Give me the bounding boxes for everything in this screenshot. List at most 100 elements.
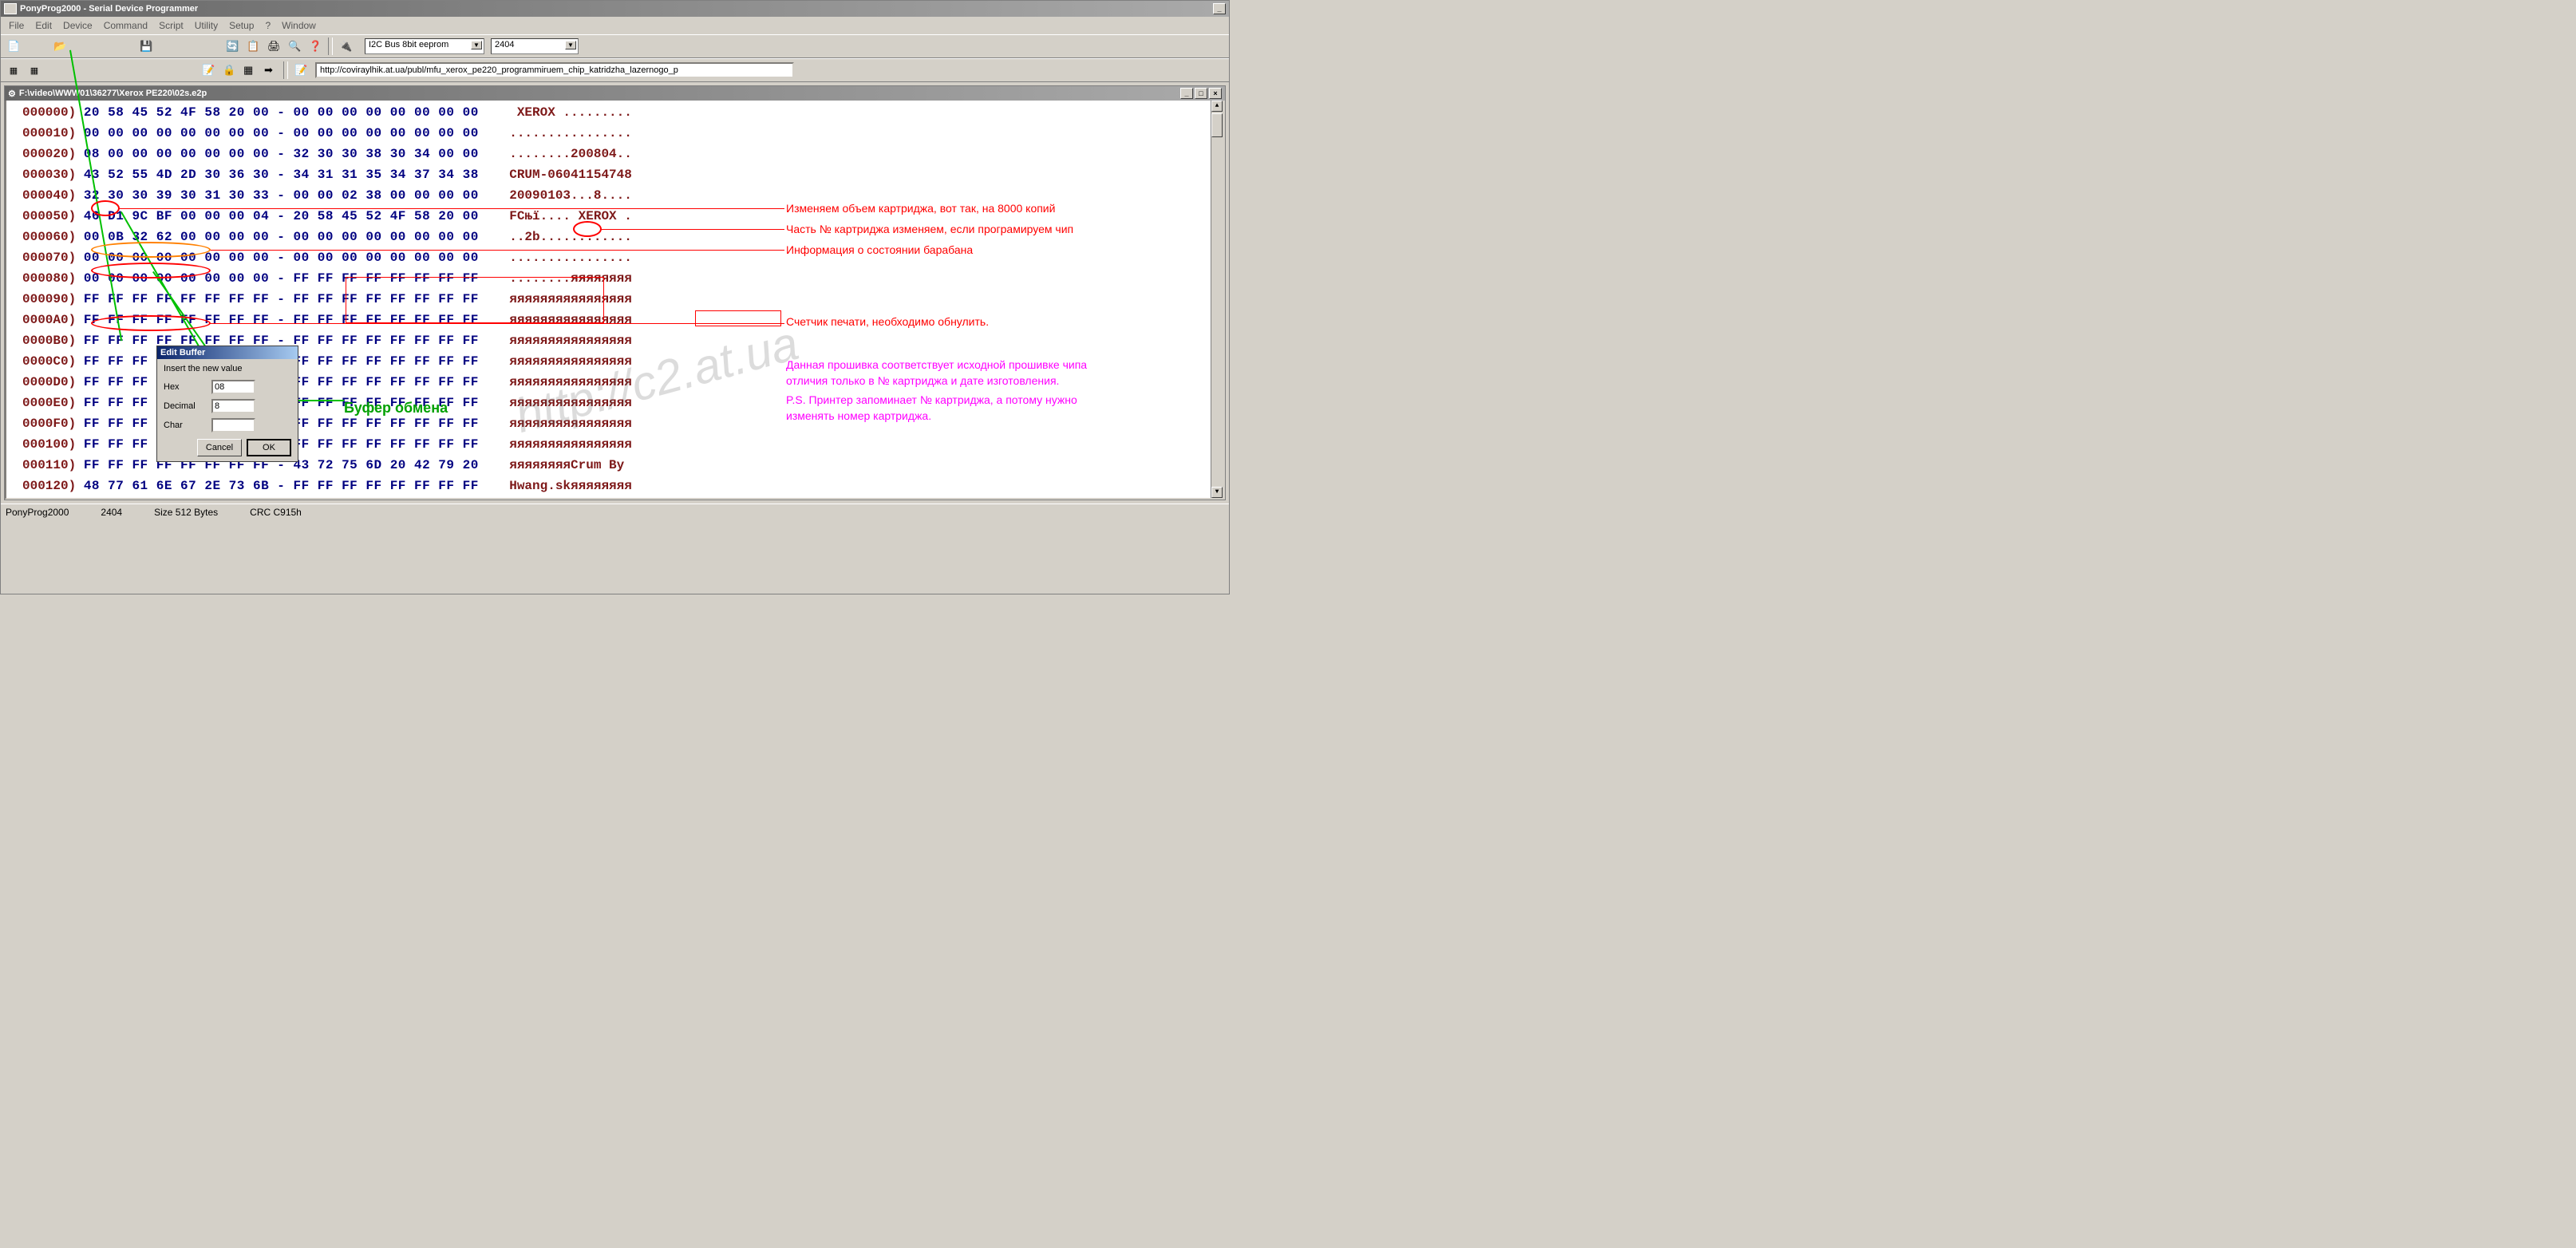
anno-text-6: отличия только в № картриджа и дате изго…: [786, 374, 1059, 387]
inner-titlebar: ⚙ F:\video\WWW01\36277\Xerox PE220\02s.e…: [5, 86, 1225, 101]
anno-circle-38: [573, 221, 602, 237]
help-icon: [309, 40, 322, 53]
inner-close-button[interactable]: ×: [1209, 88, 1222, 99]
tb2-edit-button[interactable]: [199, 61, 218, 80]
list-button[interactable]: [243, 37, 263, 56]
statusbar: PonyProg2000 2404 Size 512 Bytes CRC C91…: [1, 504, 1229, 519]
anno-circle-08: [91, 200, 120, 216]
plug-icon: [339, 40, 352, 53]
inner-minimize-button[interactable]: _: [1180, 88, 1193, 99]
menu-help[interactable]: ?: [265, 20, 271, 31]
scroll-up-arrow[interactable]: ▲: [1211, 101, 1223, 112]
anno-rect-1: [346, 277, 604, 323]
status-device: 2404: [101, 507, 122, 518]
tb2-doc-button[interactable]: [291, 61, 310, 80]
app-title: PonyProg2000 - Serial Device Programmer: [20, 4, 1213, 14]
zoom-button[interactable]: [285, 37, 304, 56]
inner-maximize-button[interactable]: □: [1195, 88, 1207, 99]
anno-circle-counter: [91, 315, 211, 331]
hex-row[interactable]: 000090) FF FF FF FF FF FF FF FF - FF FF …: [22, 289, 1207, 310]
scroll-down-arrow[interactable]: ▼: [1211, 487, 1223, 498]
dialog-title: Edit Buffer: [157, 346, 298, 359]
open-icon: [53, 40, 66, 53]
new-button[interactable]: [4, 37, 23, 56]
decimal-input[interactable]: [211, 399, 255, 413]
save-icon: [140, 40, 152, 53]
arrow-icon: [264, 64, 277, 77]
doc-icon: [294, 64, 307, 77]
vertical-scrollbar[interactable]: ▲ ▼: [1211, 101, 1223, 498]
minimize-button[interactable]: _: [1213, 3, 1226, 14]
reload-button[interactable]: [223, 37, 242, 56]
app-icon: [4, 3, 17, 14]
list-icon: [247, 40, 259, 53]
hex-row[interactable]: 000030) 43 52 55 4D 2D 30 36 30 - 34 31 …: [22, 164, 1207, 185]
open-button[interactable]: [50, 37, 69, 56]
inner-title: F:\video\WWW01\36277\Xerox PE220\02s.e2p: [19, 89, 1180, 98]
char-label: Char: [164, 421, 211, 430]
anno-line-3: [210, 250, 784, 251]
anno-text-8: изменять номер картриджа.: [786, 409, 931, 422]
menu-utility[interactable]: Utility: [195, 20, 218, 31]
lock-icon: [223, 64, 235, 77]
tb2-lock-button[interactable]: [219, 61, 239, 80]
anno-circle-fd1: [91, 263, 211, 278]
hex-input[interactable]: [211, 380, 255, 394]
status-app: PonyProg2000: [6, 507, 69, 518]
hex-row[interactable]: 000020) 08 00 00 00 00 00 00 00 - 32 30 …: [22, 144, 1207, 164]
hex-row[interactable]: 000010) 00 00 00 00 00 00 00 00 - 00 00 …: [22, 123, 1207, 144]
anno-circle-2009: [91, 242, 211, 258]
main-window: PonyProg2000 - Serial Device Programmer …: [0, 0, 1230, 594]
print-button[interactable]: [264, 37, 283, 56]
anno-line-2: [601, 229, 784, 230]
plug-button[interactable]: [336, 37, 355, 56]
anno-text-4: Счетчик печати, необходимо обнулить.: [786, 315, 989, 328]
device-dropdown[interactable]: 2404: [491, 38, 579, 54]
menu-command[interactable]: Command: [104, 20, 148, 31]
bus-dropdown[interactable]: I2C Bus 8bit eeprom: [365, 38, 484, 54]
toolbar-1: I2C Bus 8bit eeprom 2404: [1, 34, 1229, 58]
scroll-thumb[interactable]: [1211, 113, 1223, 137]
tb2-grid-button[interactable]: [240, 61, 259, 80]
reload-icon: [226, 40, 239, 53]
help-button[interactable]: [306, 37, 325, 56]
tb2-btn2[interactable]: ▦: [25, 61, 44, 80]
anno-text-2: Часть № картриджа изменяем, если програм…: [786, 223, 1073, 235]
anno-line-4: [210, 323, 784, 324]
anno-text-5: Данная прошивка соответствует исходной п…: [786, 358, 1087, 371]
edit-buffer-dialog: Edit Buffer Insert the new value Hex Dec…: [156, 346, 298, 462]
menu-device[interactable]: Device: [63, 20, 93, 31]
anno-text-1: Изменяем объем картриджа, вот так, на 80…: [786, 202, 1055, 215]
hex-row[interactable]: 000120) 48 77 61 6E 67 2E 73 6B - FF FF …: [22, 476, 1207, 496]
menu-edit[interactable]: Edit: [35, 20, 52, 31]
app-titlebar: PonyProg2000 - Serial Device Programmer …: [1, 1, 1229, 17]
new-icon: [7, 40, 20, 53]
tb2-btn1[interactable]: ▦: [4, 61, 23, 80]
anno-text-7: P.S. Принтер запоминает № картриджа, а п…: [786, 393, 1077, 406]
print-icon: [267, 40, 280, 53]
edit-icon: [202, 64, 215, 77]
decimal-label: Decimal: [164, 401, 211, 411]
hex-row[interactable]: 000000) 20 58 45 52 4F 58 20 00 - 00 00 …: [22, 102, 1207, 123]
tb2-go-button[interactable]: [261, 61, 280, 80]
ok-button[interactable]: OK: [247, 439, 291, 456]
menubar: File Edit Device Command Script Utility …: [1, 17, 1229, 34]
anno-text-3: Информация о состоянии барабана: [786, 243, 973, 256]
save-button[interactable]: [136, 37, 156, 56]
menu-script[interactable]: Script: [159, 20, 184, 31]
cancel-button[interactable]: Cancel: [197, 439, 242, 456]
char-input[interactable]: [211, 418, 255, 432]
menu-window[interactable]: Window: [282, 20, 316, 31]
zoom-icon: [288, 40, 301, 53]
status-crc: CRC C915h: [250, 507, 302, 518]
anno-rect-2: [695, 310, 781, 326]
toolbar-2: ▦ ▦: [1, 58, 1229, 82]
menu-setup[interactable]: Setup: [229, 20, 254, 31]
anno-buffer-label: Буфер обмена: [344, 400, 448, 417]
hex-label: Hex: [164, 382, 211, 392]
grid-icon: [243, 64, 256, 77]
menu-file[interactable]: File: [9, 20, 24, 31]
anno-line-1: [119, 208, 784, 209]
url-field[interactable]: [315, 62, 794, 78]
hex-row[interactable]: 000130) FF FF FF FF FF FF FF FF - FF FF …: [22, 496, 1207, 500]
